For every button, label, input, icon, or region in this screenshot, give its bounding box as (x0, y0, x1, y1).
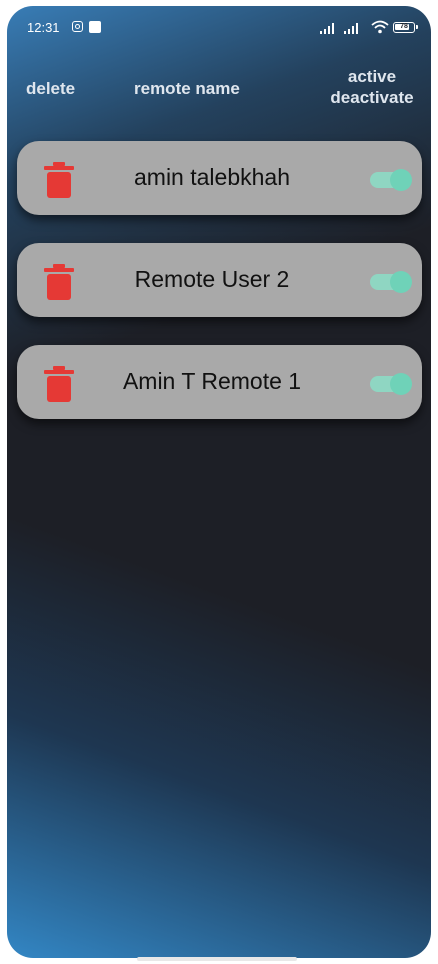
toggle-thumb (390, 271, 412, 293)
battery-level: 78 (400, 23, 408, 30)
remote-name: Amin T Remote 1 (122, 368, 302, 394)
trash-icon[interactable] (42, 264, 76, 300)
active-toggle[interactable] (370, 373, 412, 395)
instagram-notification-icon (72, 21, 83, 32)
app-notification-icon (89, 21, 101, 33)
column-header-active-line2: deactivate (330, 88, 414, 107)
wifi-icon (371, 20, 389, 34)
active-toggle[interactable] (370, 169, 412, 191)
remote-card: Remote User 2 (17, 243, 422, 317)
home-indicator[interactable] (137, 957, 297, 961)
remote-name: Remote User 2 (134, 266, 290, 292)
trash-icon[interactable] (42, 162, 76, 198)
column-header-active-line1: active (347, 67, 397, 86)
status-time: 12:31 (27, 20, 60, 35)
remote-card: Amin T Remote 1 (17, 345, 422, 419)
column-header-active: active deactivate (317, 66, 427, 108)
remote-name: amin talebkhah (134, 164, 290, 190)
toggle-thumb (390, 373, 412, 395)
column-header-remote-name: remote name (134, 79, 240, 98)
status-bar: 12:31 78 (7, 6, 431, 44)
remote-card: amin talebkhah (17, 141, 422, 215)
trash-icon[interactable] (42, 366, 76, 402)
active-toggle[interactable] (370, 271, 412, 293)
column-header-delete: delete (26, 79, 76, 98)
phone-screen: 12:31 78 delete remote name active deact… (7, 6, 431, 958)
signal-strength-icon-2 (344, 23, 364, 34)
toggle-thumb (390, 169, 412, 191)
battery-icon: 78 (393, 22, 418, 33)
signal-strength-icon-1 (320, 23, 340, 34)
